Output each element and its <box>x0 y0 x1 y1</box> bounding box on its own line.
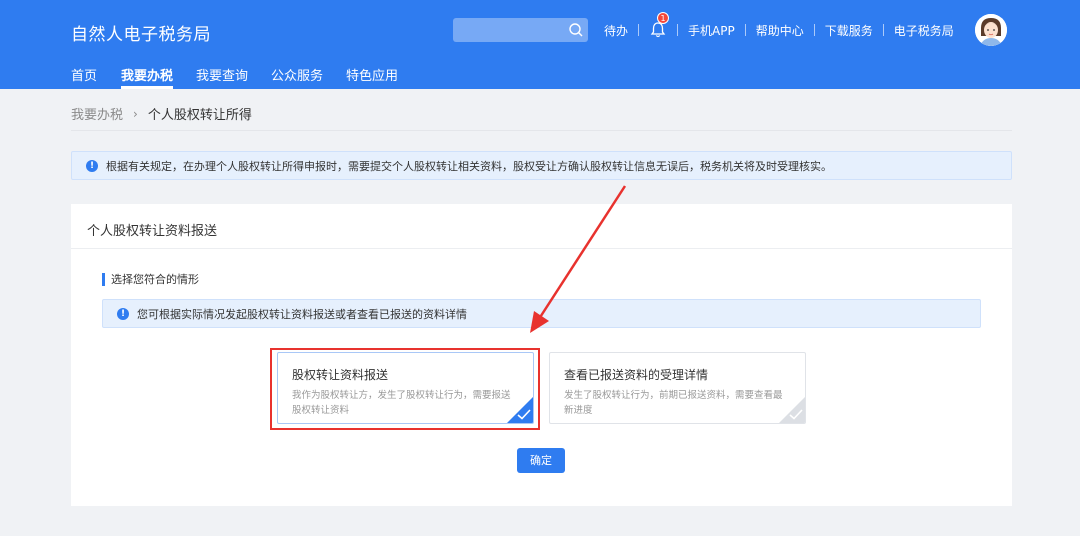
info-icon: ! <box>117 307 129 320</box>
todo-link[interactable]: 待办 <box>604 22 628 39</box>
checkmark-icon <box>789 409 803 420</box>
notification-badge: 1 <box>657 12 670 24</box>
option-view-progress[interactable]: 查看已报送资料的受理详情 发生了股权转让行为，前期已报送资料，需要查看最新进度 <box>549 352 806 424</box>
header-bar: 自然人电子税务局 待办 1 手机APP 帮助中心 下载服务 电子税务局 首页 我… <box>0 0 1080 89</box>
nav-special-apps[interactable]: 特色应用 <box>346 65 398 89</box>
breadcrumb-divider <box>71 130 1012 131</box>
search-icon[interactable] <box>568 22 584 38</box>
breadcrumb-parent[interactable]: 我要办税 <box>71 104 123 123</box>
option-desc: 发生了股权转让行为，前期已报送资料，需要查看最新进度 <box>564 390 783 416</box>
card-title: 个人股权转让资料报送 <box>87 224 218 239</box>
divider <box>744 24 746 36</box>
divider <box>677 24 679 36</box>
nav-query[interactable]: 我要查询 <box>196 65 248 89</box>
nav-public-service[interactable]: 公众服务 <box>271 65 323 89</box>
section-label: 选择您符合的情形 <box>102 271 199 287</box>
user-avatar-icon <box>975 14 1007 46</box>
search-input[interactable] <box>453 18 588 42</box>
confirm-button[interactable]: 确定 <box>517 448 565 473</box>
divider <box>813 24 815 36</box>
help-center-link[interactable]: 帮助中心 <box>756 22 804 39</box>
divider <box>638 24 640 36</box>
e-tax-link[interactable]: 电子税务局 <box>894 22 954 39</box>
notification-button[interactable]: 1 <box>649 12 670 39</box>
nav-home[interactable]: 首页 <box>71 65 97 89</box>
option-title: 查看已报送资料的受理详情 <box>564 368 709 382</box>
section-label-text: 选择您符合的情形 <box>111 273 199 286</box>
notice-text: 根据有关规定，在办理个人股权转让所得申报时，需要提交个人股权转让相关资料，股权受… <box>106 159 832 173</box>
app-title[interactable]: 自然人电子税务局 <box>71 20 211 45</box>
download-link[interactable]: 下载服务 <box>825 22 873 39</box>
tip-text: 您可根据实际情况发起股权转让资料报送或者查看已报送的资料详情 <box>137 307 467 321</box>
chevron-right-icon: › <box>133 106 138 121</box>
breadcrumb: 我要办税 › 个人股权转让所得 <box>71 104 252 124</box>
avatar[interactable] <box>975 14 1007 46</box>
breadcrumb-current: 个人股权转让所得 <box>147 108 252 123</box>
mobile-app-link[interactable]: 手机APP <box>688 22 735 39</box>
nav-tax-filing[interactable]: 我要办税 <box>121 65 174 89</box>
card-divider <box>71 248 1012 249</box>
main-nav: 首页 我要办税 我要查询 公众服务 特色应用 <box>0 63 1080 89</box>
info-icon: ! <box>86 159 98 172</box>
section-marker <box>102 272 105 286</box>
divider <box>882 24 884 36</box>
tip-banner: ! 您可根据实际情况发起股权转让资料报送或者查看已报送的资料详情 <box>102 299 981 328</box>
annotation-highlight-box <box>270 348 540 430</box>
top-links: 待办 1 手机APP 帮助中心 下载服务 电子税务局 <box>604 12 954 39</box>
notice-banner: ! 根据有关规定，在办理个人股权转让所得申报时，需要提交个人股权转让相关资料，股… <box>71 151 1012 180</box>
